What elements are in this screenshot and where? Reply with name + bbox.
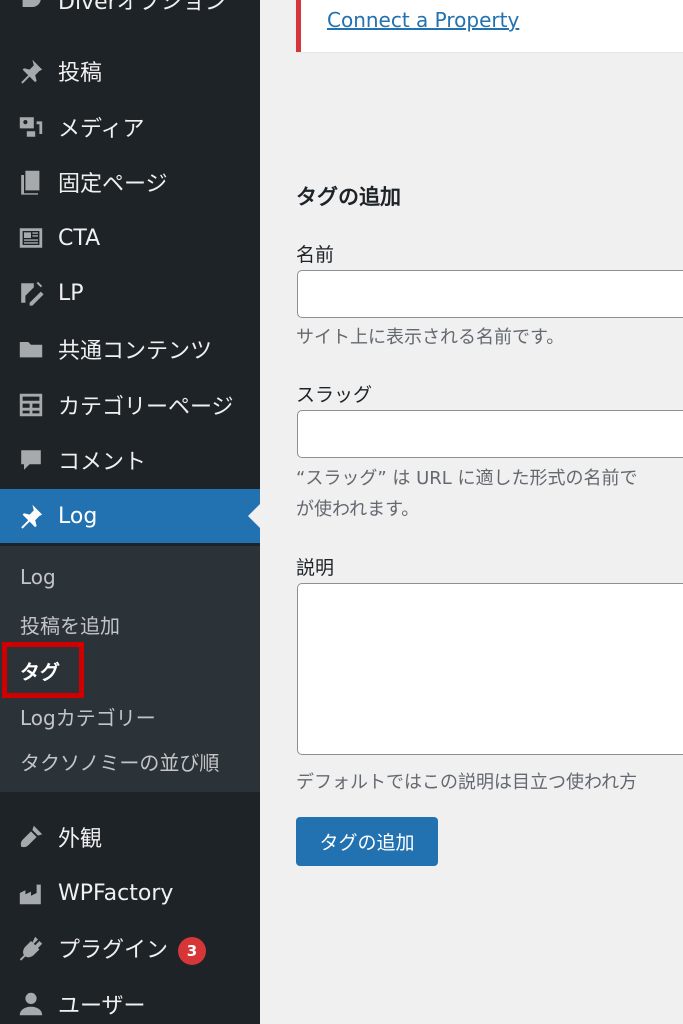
sidebar-item-label: 投稿	[58, 61, 103, 86]
sidebar-item-pages[interactable]: 固定ページ	[0, 155, 260, 209]
name-input[interactable]	[297, 270, 683, 318]
sidebar-item-plugins[interactable]: プラグイン 3	[0, 921, 260, 975]
description-textarea[interactable]	[297, 583, 683, 755]
form-heading: タグの追加	[296, 185, 401, 209]
grid-icon	[15, 389, 47, 421]
sidebar-item-label: プラグイン 3	[58, 932, 207, 965]
update-count-badge: 3	[178, 936, 207, 965]
folder-icon	[15, 333, 47, 365]
sidebar-item-label: 固定ページ	[58, 172, 168, 197]
cta-icon	[15, 222, 47, 254]
sidebar-item-common-contents[interactable]: 共通コンテンツ	[0, 322, 260, 376]
sidebar-item-label: LP	[58, 280, 84, 306]
slug-help-line2: が使われます。	[296, 499, 420, 520]
name-label: 名前	[296, 244, 335, 266]
sidebar-item-media[interactable]: メディア	[0, 100, 260, 154]
sidebar-item-label: コメント	[58, 450, 147, 475]
submenu-item-log[interactable]: Log	[20, 565, 56, 589]
admin-sidebar: Diverオプション 投稿 メディア 固定ページ CTA LP 共通コンテンツ …	[0, 0, 260, 1024]
sidebar-item-log[interactable]: Log	[0, 489, 260, 543]
sidebar-item-label: ユーザー	[58, 994, 146, 1019]
media-icon	[15, 111, 47, 143]
sidebar-item-label: 共通コンテンツ	[58, 339, 213, 364]
admin-notice: Connect a Property	[296, 0, 683, 52]
submenu-item-add-post[interactable]: 投稿を追加	[20, 610, 120, 639]
sidebar-item-label: カテゴリーページ	[58, 395, 234, 420]
submenu-item-log-category[interactable]: Logカテゴリー	[20, 702, 156, 731]
sidebar-item-appearance[interactable]: 外観	[0, 810, 260, 864]
sidebar-item-label: メディア	[58, 117, 145, 142]
add-tag-button[interactable]: タグの追加	[296, 817, 438, 866]
sidebar-item-label: CTA	[58, 225, 101, 251]
sidebar-item-label: Log	[58, 503, 98, 529]
name-help: サイト上に表示される名前です。	[296, 327, 565, 348]
active-indicator	[248, 504, 260, 528]
plugin-icon	[15, 932, 47, 964]
user-icon	[15, 988, 47, 1020]
sidebar-item-cta[interactable]: CTA	[0, 211, 260, 265]
description-label: 説明	[296, 557, 335, 579]
factory-icon	[15, 877, 47, 909]
sidebar-item-label: 外観	[58, 827, 103, 852]
description-help: デフォルトではこの説明は目立つ使われ方	[296, 772, 638, 793]
sidebar-item-category-page[interactable]: カテゴリーページ	[0, 378, 260, 432]
slug-help-line1: “スラッグ” は URL に適した形式の名前で	[296, 468, 638, 489]
slug-input[interactable]	[297, 410, 683, 458]
submenu-item-taxonomy-order[interactable]: タクソノミーの並び順	[20, 747, 219, 776]
pin-icon	[15, 500, 47, 532]
comment-icon	[15, 444, 47, 476]
sidebar-item-label: WPFactory	[58, 880, 174, 906]
edit-page-icon	[15, 277, 47, 309]
sidebar-item-comments[interactable]: コメント	[0, 433, 260, 487]
brush-icon	[15, 821, 47, 853]
sidebar-item-posts[interactable]: 投稿	[0, 44, 260, 98]
slug-label: スラッグ	[296, 384, 373, 406]
pin-icon	[15, 55, 47, 87]
plugins-label: プラグイン	[58, 937, 169, 963]
sidebar-item-wpfactory[interactable]: WPFactory	[0, 866, 260, 920]
sidebar-item-diver-options[interactable]: Diverオプション	[0, 0, 260, 27]
page-icon	[15, 166, 47, 198]
highlight-annotation	[2, 642, 84, 698]
connect-property-link[interactable]: Connect a Property	[327, 8, 519, 32]
sidebar-item-label: Diverオプション	[58, 0, 227, 15]
diver-icon	[15, 0, 47, 16]
sidebar-item-users[interactable]: ユーザー	[0, 977, 260, 1024]
sidebar-item-lp[interactable]: LP	[0, 266, 260, 320]
